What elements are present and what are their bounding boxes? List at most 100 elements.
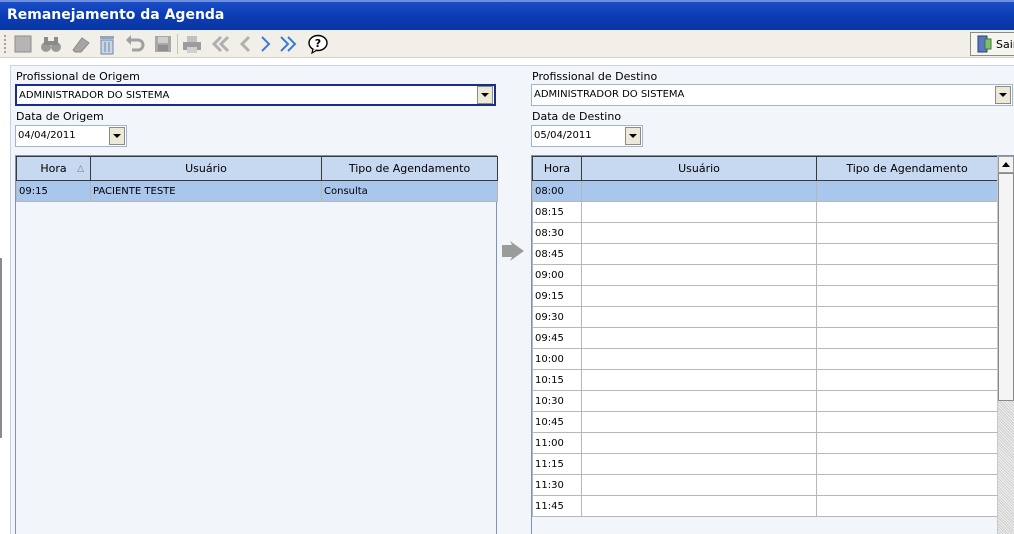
cell-usuario[interactable] [581, 453, 817, 475]
cell-hora[interactable]: 11:45 [532, 495, 582, 517]
table-row[interactable]: 08:00 [532, 180, 998, 202]
scroll-thumb[interactable] [998, 173, 1014, 401]
cell-usuario[interactable] [581, 306, 817, 328]
undo-icon[interactable] [124, 33, 146, 55]
cell-tipo[interactable] [816, 327, 998, 349]
trash-icon[interactable] [96, 33, 118, 55]
cell-hora[interactable]: 08:15 [532, 201, 582, 223]
table-row[interactable]: 10:30 [532, 390, 998, 412]
cell-usuario[interactable] [581, 474, 817, 496]
cell-tipo[interactable] [816, 369, 998, 391]
cell-tipo[interactable] [816, 264, 998, 286]
toolbar-grip[interactable] [4, 35, 7, 53]
cell-usuario[interactable]: PACIENTE TESTE [90, 180, 322, 202]
table-row[interactable]: 09:00 [532, 264, 998, 286]
cell-usuario[interactable] [581, 348, 817, 370]
move-appointment-icon[interactable] [500, 238, 526, 267]
table-row[interactable]: 08:45 [532, 243, 998, 265]
help-icon[interactable]: ? [307, 33, 329, 55]
cell-hora[interactable]: 10:30 [532, 390, 582, 412]
cell-hora[interactable]: 08:45 [532, 243, 582, 265]
binoculars-icon[interactable] [40, 33, 62, 55]
table-row[interactable]: 09:15 [532, 285, 998, 307]
table-row[interactable]: 10:15 [532, 369, 998, 391]
next-icon[interactable] [255, 33, 277, 55]
cell-tipo[interactable] [816, 222, 998, 244]
cell-hora[interactable]: 11:00 [532, 432, 582, 454]
cell-tipo[interactable] [816, 306, 998, 328]
table-row[interactable]: 11:45 [532, 495, 998, 517]
cell-usuario[interactable] [581, 411, 817, 433]
table-row[interactable]: 11:15 [532, 453, 998, 475]
cell-hora[interactable]: 10:15 [532, 369, 582, 391]
cell-hora[interactable]: 09:00 [532, 264, 582, 286]
origin-col-tipo[interactable]: Tipo de Agendamento [321, 156, 498, 181]
destination-col-usuario[interactable]: Usuário [581, 156, 817, 181]
origin-professional-select[interactable]: ADMINISTRADOR DO SISTEMA [15, 84, 496, 106]
new-icon[interactable] [12, 33, 34, 55]
table-row[interactable]: 09:15 PACIENTE TESTE Consulta [16, 180, 498, 202]
chevron-down-icon[interactable] [109, 127, 125, 145]
cell-usuario[interactable] [581, 180, 817, 202]
cell-usuario[interactable] [581, 432, 817, 454]
cell-hora[interactable]: 09:15 [532, 285, 582, 307]
destination-date-picker[interactable]: 05/04/2011 [531, 125, 643, 147]
cell-hora[interactable]: 08:30 [532, 222, 582, 244]
table-row[interactable]: 09:30 [532, 306, 998, 328]
cell-tipo[interactable] [816, 432, 998, 454]
cell-tipo[interactable] [816, 390, 998, 412]
table-row[interactable]: 08:30 [532, 222, 998, 244]
destination-professional-select[interactable]: ADMINISTRADOR DO SISTEMA [531, 84, 1013, 106]
chevron-down-icon[interactable] [477, 86, 493, 104]
first-icon[interactable] [210, 33, 232, 55]
table-row[interactable]: 10:45 [532, 411, 998, 433]
cell-tipo[interactable] [816, 474, 998, 496]
cell-usuario[interactable] [581, 285, 817, 307]
table-row[interactable]: 11:00 [532, 432, 998, 454]
cell-usuario[interactable] [581, 495, 817, 517]
chevron-down-icon[interactable] [625, 127, 641, 145]
cell-usuario[interactable] [581, 243, 817, 265]
table-row[interactable]: 08:15 [532, 201, 998, 223]
origin-date-picker[interactable]: 04/04/2011 [15, 125, 127, 147]
cell-usuario[interactable] [581, 327, 817, 349]
table-row[interactable]: 09:45 [532, 327, 998, 349]
previous-icon[interactable] [234, 33, 256, 55]
exit-button[interactable]: Sair [970, 32, 1014, 56]
cell-tipo[interactable] [816, 180, 998, 202]
cell-tipo[interactable] [816, 348, 998, 370]
cell-usuario[interactable] [581, 201, 817, 223]
cell-hora[interactable]: 09:15 [16, 180, 91, 202]
save-icon[interactable] [152, 33, 174, 55]
print-icon[interactable] [181, 33, 203, 55]
table-row[interactable]: 10:00 [532, 348, 998, 370]
cell-tipo[interactable] [816, 243, 998, 265]
cell-usuario[interactable] [581, 369, 817, 391]
destination-col-hora[interactable]: Hora [532, 156, 582, 181]
cell-hora[interactable]: 09:45 [532, 327, 582, 349]
cell-tipo[interactable] [816, 285, 998, 307]
cell-tipo[interactable] [816, 411, 998, 433]
scroll-track[interactable] [998, 401, 1014, 534]
origin-col-usuario[interactable]: Usuário [90, 156, 322, 181]
table-row[interactable]: 11:30 [532, 474, 998, 496]
cell-hora[interactable]: 09:30 [532, 306, 582, 328]
eraser-icon[interactable] [69, 33, 91, 55]
scroll-up-icon[interactable] [998, 156, 1014, 173]
cell-hora[interactable]: 10:45 [532, 411, 582, 433]
destination-col-tipo[interactable]: Tipo de Agendamento [816, 156, 998, 181]
cell-usuario[interactable] [581, 264, 817, 286]
cell-usuario[interactable] [581, 390, 817, 412]
destination-scrollbar[interactable] [997, 156, 1014, 534]
cell-tipo[interactable] [816, 495, 998, 517]
cell-tipo[interactable] [816, 453, 998, 475]
cell-hora[interactable]: 08:00 [532, 180, 582, 202]
cell-tipo[interactable] [816, 201, 998, 223]
chevron-down-icon[interactable] [995, 86, 1011, 104]
cell-hora[interactable]: 10:00 [532, 348, 582, 370]
cell-hora[interactable]: 11:15 [532, 453, 582, 475]
cell-usuario[interactable] [581, 222, 817, 244]
last-icon[interactable] [277, 33, 299, 55]
origin-col-hora[interactable]: Hora △ [16, 156, 91, 181]
cell-hora[interactable]: 11:30 [532, 474, 582, 496]
